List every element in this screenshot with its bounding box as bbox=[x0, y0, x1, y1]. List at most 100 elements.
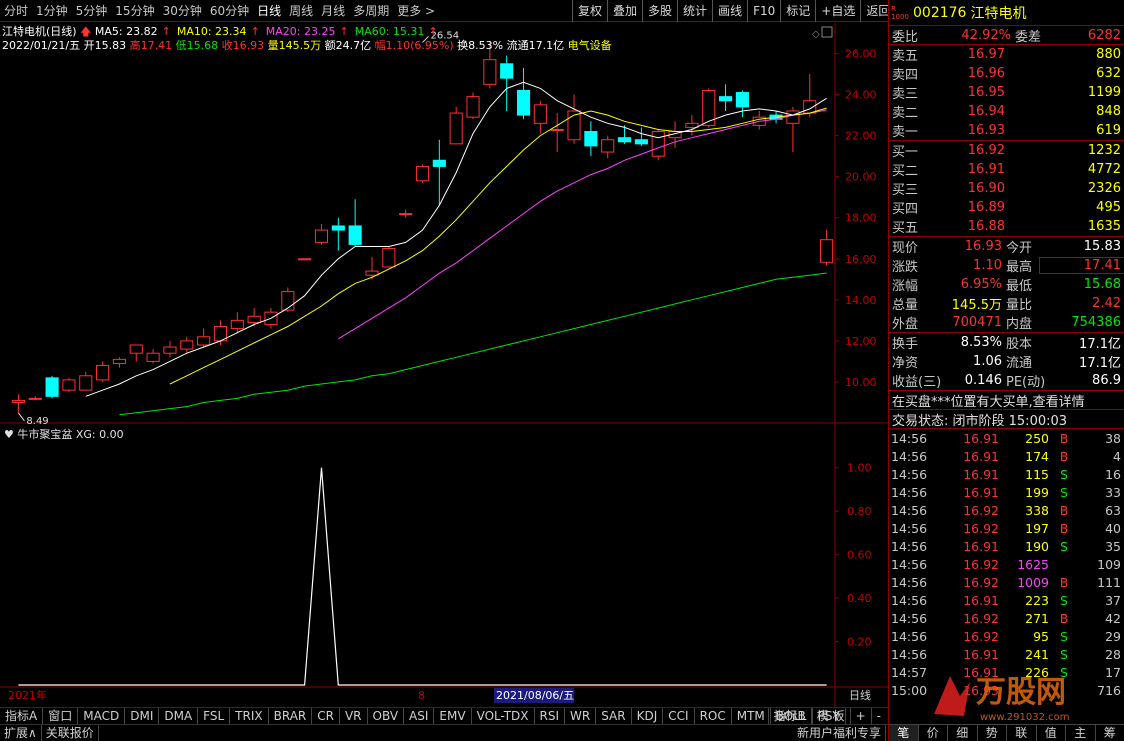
big-order-notice[interactable]: 在买盘***位置有大买单,查看详情 bbox=[889, 391, 1124, 410]
indicator-tab-20[interactable]: MTM bbox=[732, 707, 771, 725]
indicator-tab-9[interactable]: VR bbox=[340, 707, 368, 725]
tool-button-3[interactable]: 统计 bbox=[677, 0, 712, 22]
period-tab-10[interactable]: 更多 > bbox=[393, 0, 439, 22]
tool-button-1[interactable]: 叠加 bbox=[607, 0, 642, 22]
panel-tab-0[interactable]: 笔 bbox=[889, 725, 919, 741]
candle-body-up bbox=[247, 315, 261, 323]
price-tick-label: 18.00 bbox=[845, 212, 877, 225]
indicator-tab-right-1[interactable]: 模 板 bbox=[810, 708, 850, 725]
period-tab-5[interactable]: 60分钟 bbox=[206, 0, 253, 22]
candle-body-down bbox=[634, 139, 648, 145]
indicator-tab-8[interactable]: CR bbox=[312, 707, 340, 725]
panel-tab-4[interactable]: 联 bbox=[1007, 725, 1037, 741]
indicator-tab-13[interactable]: VOL-TDX bbox=[472, 707, 535, 725]
bid-row-4[interactable]: 买五 16.88 1635 bbox=[889, 217, 1124, 236]
tick-time: 14:56 bbox=[891, 466, 928, 482]
ask-row-1[interactable]: 卖四 16.96 632 bbox=[889, 64, 1124, 83]
tool-button-6[interactable]: 标记 bbox=[780, 0, 815, 22]
tool-button-0[interactable]: 复权 bbox=[572, 0, 607, 22]
bid-levels: 买一 16.92 1232 买二 16.91 4772 买三 16.90 2326 买四 16.89… bbox=[889, 141, 1124, 237]
candle-body-up bbox=[365, 270, 379, 276]
indicator-tab-18[interactable]: CCI bbox=[663, 707, 695, 725]
price-tick-label: 14.00 bbox=[845, 294, 877, 307]
candle-body-up bbox=[96, 365, 110, 381]
indicator-tab-11[interactable]: ASI bbox=[404, 707, 435, 725]
quote-value-2: 754386 bbox=[1071, 315, 1121, 330]
quote-panel: R 1000 002176 江特电机 委比 42.92% 委差 6282 卖五 16… bbox=[888, 0, 1124, 741]
period-tab-3[interactable]: 15分钟 bbox=[111, 0, 158, 22]
ma-up-arrow-icon: ↑ bbox=[161, 25, 171, 38]
tick-row: 14:56 16.91 190 S 35 bbox=[889, 537, 1124, 555]
ma-legend-item-3: MA60: 15.31 bbox=[354, 25, 425, 38]
panel-tab-1[interactable]: 价 bbox=[919, 725, 948, 741]
xg-tick-label: 0.60 bbox=[847, 549, 872, 562]
tick-list[interactable]: 14:56 16.91 250 B 38 14:56 16.91 174 B 4 14:56 16.9… bbox=[889, 429, 1124, 699]
indicator-tab-5[interactable]: FSL bbox=[198, 707, 231, 725]
tick-price: 16.92 bbox=[963, 574, 999, 590]
indicator-tab-right-0[interactable]: 指标B bbox=[767, 708, 811, 725]
new-user-promo[interactable]: 新用户福利专享 bbox=[793, 725, 886, 741]
period-tab-6[interactable]: 日线 bbox=[253, 0, 285, 22]
indicator-tab-7[interactable]: BRAR bbox=[269, 707, 313, 725]
indicator-tab-17[interactable]: KDJ bbox=[632, 707, 664, 725]
bid-row-3[interactable]: 买四 16.89 495 bbox=[889, 198, 1124, 217]
bid-row-0[interactable]: 买一 16.92 1232 bbox=[889, 141, 1124, 160]
period-tab-4[interactable]: 30分钟 bbox=[159, 0, 206, 22]
tick-direction: S bbox=[1060, 664, 1068, 680]
period-tab-9[interactable]: 多周期 bbox=[349, 0, 393, 22]
tick-time: 14:56 bbox=[891, 448, 928, 464]
tick-row: 14:56 16.91 250 B 38 bbox=[889, 429, 1124, 447]
bid-row-1[interactable]: 买二 16.91 4772 bbox=[889, 160, 1124, 179]
ask-row-0[interactable]: 卖五 16.97 880 bbox=[889, 45, 1124, 64]
panel-tab-5[interactable]: 值 bbox=[1037, 725, 1066, 741]
tick-price: 16.91 bbox=[963, 448, 999, 464]
ask-row-4[interactable]: 卖一 16.93 619 bbox=[889, 121, 1124, 140]
indicator-tab-12[interactable]: EMV bbox=[434, 707, 472, 725]
price-tick-label: 26.00 bbox=[845, 48, 877, 61]
period-tab-7[interactable]: 周线 bbox=[285, 0, 317, 22]
panel-tab-6[interactable]: 主 bbox=[1066, 725, 1096, 741]
ask-row-2[interactable]: 卖三 16.95 1199 bbox=[889, 83, 1124, 102]
indicator-tab-4[interactable]: DMA bbox=[159, 707, 199, 725]
bid-row-2[interactable]: 买三 16.90 2326 bbox=[889, 179, 1124, 198]
tick-time: 14:56 bbox=[891, 430, 928, 446]
indicator-tab-0[interactable]: 指标A bbox=[0, 707, 44, 725]
ask-row-3[interactable]: 卖二 16.94 848 bbox=[889, 102, 1124, 121]
quote-row-2: 涨幅 6.95% 最低 15.68 bbox=[889, 275, 1124, 294]
candle-body-up bbox=[281, 291, 295, 311]
tool-button-2[interactable]: 多股 bbox=[642, 0, 677, 22]
bid-volume: 1232 bbox=[1087, 143, 1121, 158]
period-tab-0[interactable]: 分时 bbox=[0, 0, 32, 22]
extension-tab-bar: 扩展∧ 关联报价 新用户福利专享 bbox=[0, 724, 888, 741]
webi-value: 42.92% bbox=[961, 27, 1011, 43]
indicator-tab-10[interactable]: OBV bbox=[368, 707, 405, 725]
period-tab-8[interactable]: 月线 bbox=[317, 0, 349, 22]
tool-buttons: 复权 叠加 多股 统计 画线 F10 标记 +自选 返回 bbox=[572, 0, 895, 22]
indicator-tab-1[interactable]: 窗口 bbox=[43, 707, 79, 725]
panel-tab-7[interactable]: 筹 bbox=[1096, 725, 1124, 741]
tool-button-5[interactable]: F10 bbox=[747, 0, 780, 22]
period-tab-2[interactable]: 5分钟 bbox=[72, 0, 112, 22]
panel-tab-3[interactable]: 势 bbox=[978, 725, 1007, 741]
bid-volume: 495 bbox=[1096, 200, 1121, 215]
kline-chart-svg[interactable]: 10.00 12.00 14.00 16.00 18.00 20.00 22.00 24.00… bbox=[0, 23, 888, 707]
tick-volume: 241 bbox=[1025, 646, 1049, 662]
indicator-tab-right-3[interactable]: - bbox=[870, 708, 886, 725]
kline-chart-area[interactable]: 10.00 12.00 14.00 16.00 18.00 20.00 22.00 24.00… bbox=[0, 23, 888, 707]
extension-tab-1[interactable]: 关联报价 bbox=[42, 724, 99, 741]
indicator-tab-3[interactable]: DMI bbox=[125, 707, 160, 725]
indicator-tab-2[interactable]: MACD bbox=[78, 707, 126, 725]
tick-price: 16.92 bbox=[963, 556, 999, 572]
indicator-tab-14[interactable]: RSI bbox=[535, 707, 566, 725]
indicator-tab-right-2[interactable]: + bbox=[849, 708, 871, 725]
tool-button-7[interactable]: +自选 bbox=[815, 0, 860, 22]
tool-button-4[interactable]: 画线 bbox=[712, 0, 747, 22]
indicator-tab-19[interactable]: ROC bbox=[695, 707, 732, 725]
indicator-tab-6[interactable]: TRIX bbox=[230, 707, 269, 725]
indicator-tab-15[interactable]: WR bbox=[565, 707, 597, 725]
tick-count: 109 bbox=[1097, 556, 1121, 572]
panel-tab-2[interactable]: 细 bbox=[948, 725, 978, 741]
extension-tab-0[interactable]: 扩展∧ bbox=[0, 724, 42, 741]
period-tab-1[interactable]: 1分钟 bbox=[32, 0, 72, 22]
indicator-tab-16[interactable]: SAR bbox=[596, 707, 632, 725]
